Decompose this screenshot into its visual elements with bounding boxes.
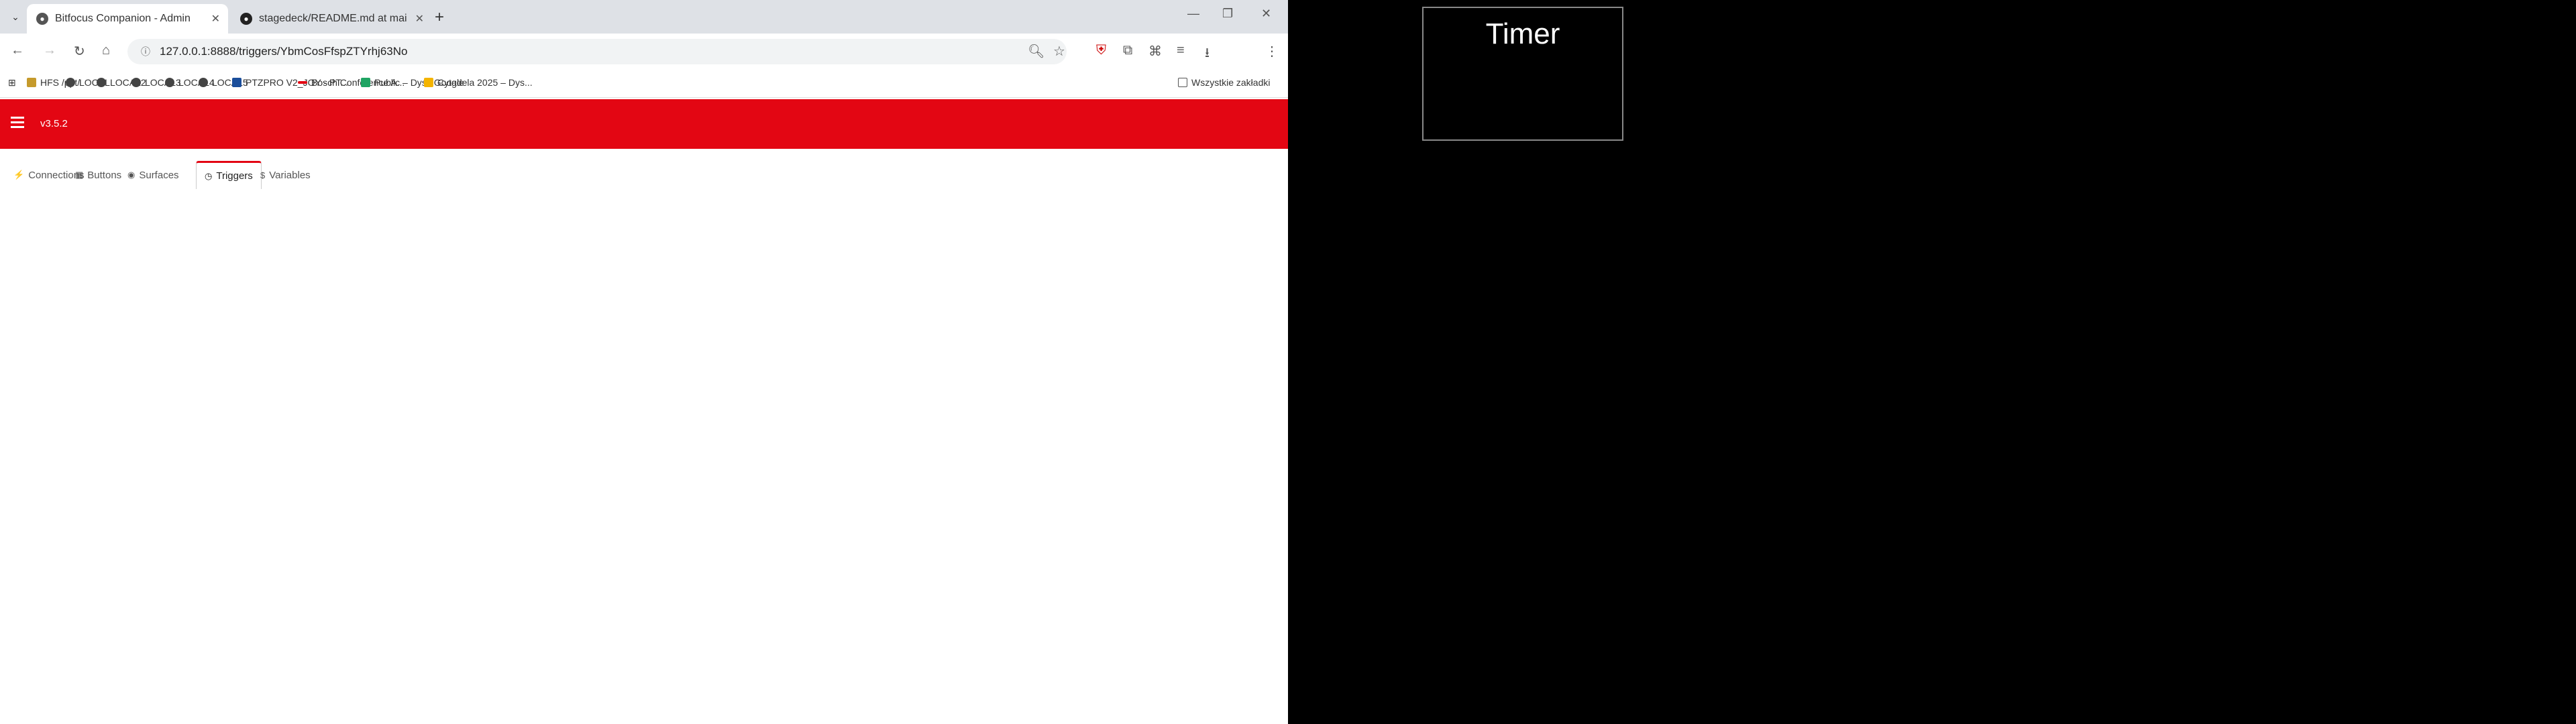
site-icon <box>97 78 106 87</box>
reload-icon[interactable]: ↻ <box>74 43 85 60</box>
browser-tab-companion[interactable]: ● Bitfocus Companion - Admin ✕ <box>27 4 228 34</box>
home-icon[interactable]: ⌂ <box>102 43 110 58</box>
timer-title: Timer <box>1485 17 1560 50</box>
google-drive-icon <box>361 78 370 87</box>
tab-bar: ⌄ ● Bitfocus Companion - Admin ✕ ● stage… <box>0 0 1288 34</box>
media-icon[interactable]: ≡ <box>1177 43 1185 58</box>
tab-search-icon[interactable]: ⌄ <box>7 8 24 25</box>
clock-icon: ◷ <box>205 170 213 181</box>
hamburger-menu-icon[interactable] <box>11 117 24 128</box>
site-icon <box>66 78 75 87</box>
bookmarks-bar: ⊞ HFS /ppt/ LOCAL LOCAL2 LOCAL3 LOCAL4 L… <box>0 70 1288 98</box>
tab-surfaces[interactable]: ◉ Surfaces <box>127 161 179 189</box>
companion-header: v3.5.2 <box>0 99 1288 149</box>
version-label: v3.5.2 <box>40 118 68 129</box>
tab-triggers[interactable]: ◷ Triggers <box>196 161 262 189</box>
folder-icon <box>1178 78 1187 87</box>
folder-icon <box>27 78 36 87</box>
browser-tab-github[interactable]: ● stagedeck/README.md at mai ✕ <box>231 4 432 34</box>
bookmark-cytadela[interactable]: Cytadela 2025 – Dys... <box>424 77 533 88</box>
bookmark-label: Wszystkie zakładki <box>1191 77 1271 88</box>
close-window-icon[interactable]: ✕ <box>1261 7 1271 21</box>
close-tab-icon[interactable]: ✕ <box>211 12 220 25</box>
tab-buttons[interactable]: ▦ Buttons <box>75 161 121 189</box>
url-text: 127.0.0.1:8888/triggers/YbmCosFfspZTYrhj… <box>160 45 408 58</box>
google-drive-icon <box>424 78 433 87</box>
forward-icon[interactable]: → <box>43 43 56 58</box>
zoom-icon[interactable]: 🔍︎ <box>1028 43 1044 60</box>
tab-title: Bitfocus Companion - Admin <box>55 13 191 24</box>
tab-label: Surfaces <box>139 169 179 181</box>
gamepad-icon: ◉ <box>127 170 136 180</box>
site-info-icon[interactable]: ⓘ <box>141 45 150 58</box>
minimize-icon[interactable]: — <box>1187 7 1199 21</box>
new-tab-icon[interactable]: + <box>435 8 444 27</box>
grid-icon: ▦ <box>75 170 84 180</box>
site-icon <box>232 78 241 87</box>
plug-icon: ⚡ <box>13 170 25 180</box>
tab-label: Variables <box>269 169 311 181</box>
close-tab-icon[interactable]: ✕ <box>415 12 424 25</box>
extension-icon[interactable]: ⧉ <box>1123 43 1132 58</box>
maximize-icon[interactable]: ❐ <box>1222 7 1233 21</box>
back-icon[interactable]: ← <box>11 43 24 58</box>
download-icon[interactable]: ⭳ <box>1205 43 1210 66</box>
site-icon <box>199 78 208 87</box>
more-menu-icon[interactable]: ⋮ <box>1265 43 1279 60</box>
extensions-puzzle-icon[interactable]: ⌘ <box>1148 43 1162 60</box>
tab-label: Triggers <box>216 170 253 182</box>
tab-label: Buttons <box>87 169 122 181</box>
bookmark-star-icon[interactable]: ☆ <box>1053 43 1065 60</box>
timer-output-window: Timer <box>1422 7 1623 141</box>
shield-extension-icon[interactable]: ⛨ <box>1096 43 1106 58</box>
tab-connections[interactable]: ⚡ Connections <box>13 161 85 189</box>
bookmark-label: Cytadela 2025 – Dys... <box>437 77 533 88</box>
site-icon <box>131 78 141 87</box>
all-bookmarks[interactable]: Wszystkie zakładki <box>1178 77 1270 88</box>
address-bar[interactable]: ⓘ 127.0.0.1:8888/triggers/YbmCosFfspZTYr… <box>127 39 1067 64</box>
github-favicon-icon: ● <box>240 13 252 25</box>
browser-window: ⌄ ● Bitfocus Companion - Admin ✕ ● stage… <box>0 0 1288 724</box>
site-icon <box>298 81 307 84</box>
dollar-icon: $ <box>260 170 266 180</box>
site-icon <box>165 78 174 87</box>
tab-variables[interactable]: $ Variables <box>260 161 311 189</box>
browser-toolbar: ← → ↻ ⌂ ⓘ 127.0.0.1:8888/triggers/YbmCos… <box>0 34 1288 70</box>
apps-grid-icon[interactable]: ⊞ <box>8 77 16 88</box>
companion-favicon-icon: ● <box>36 13 48 25</box>
tab-title: stagedeck/README.md at mai <box>259 13 407 24</box>
